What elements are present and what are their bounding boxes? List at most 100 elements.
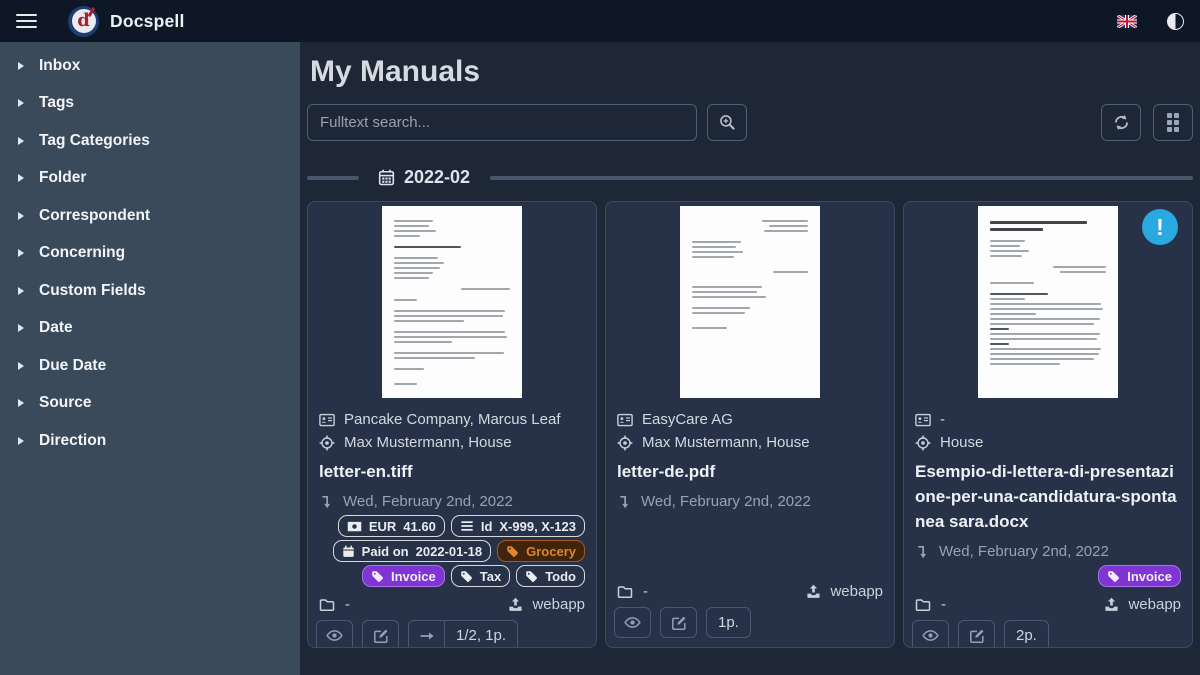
- sidebar-item-tag-categories[interactable]: Tag Categories: [0, 122, 300, 160]
- page-title: My Manuals: [310, 55, 1190, 89]
- tag-invoice: Invoice: [1098, 565, 1181, 587]
- caret-right-icon: [18, 362, 24, 370]
- correspondent-icon: [617, 412, 633, 428]
- document-thumbnail[interactable]: [606, 202, 894, 402]
- correspondent-value: EasyCare AG: [642, 411, 733, 428]
- folder-value: -: [643, 583, 648, 600]
- date-group-separator: 2022-02: [307, 167, 1193, 188]
- grid-view-button[interactable]: [1153, 104, 1193, 141]
- card-actions: 1p.: [606, 600, 894, 647]
- item-card: Pancake Company, Marcus Leaf Max Musterm…: [307, 201, 597, 648]
- item-name[interactable]: letter-en.tiff: [319, 459, 585, 484]
- concerning-row: Max Mustermann, House: [319, 431, 585, 454]
- date-group-label: 2022-02: [404, 167, 470, 188]
- language-flag-icon[interactable]: [1117, 15, 1137, 28]
- preview-icon: [922, 627, 939, 644]
- correspondent-row: Pancake Company, Marcus Leaf: [319, 408, 585, 431]
- item-name[interactable]: Esempio-di-lettera-di-presentazione-per-…: [915, 459, 1181, 534]
- arrow-right-icon: [419, 628, 435, 644]
- toolbar: [307, 104, 1193, 141]
- source-value: webapp: [532, 596, 585, 613]
- item-date-icon: [319, 494, 334, 509]
- sidebar-item-date[interactable]: Date: [0, 310, 300, 348]
- source-icon: [1104, 597, 1119, 612]
- edit-button[interactable]: [660, 607, 697, 638]
- tag-icon: [460, 570, 473, 583]
- page-count-button[interactable]: 1/2, 1p.: [444, 620, 518, 648]
- document-thumbnail[interactable]: [308, 202, 596, 402]
- caret-right-icon: [18, 62, 24, 70]
- money-icon: [347, 519, 362, 534]
- linked-items-button[interactable]: [408, 620, 445, 648]
- search-plus-icon: [719, 114, 736, 131]
- thumbnail-text-lines: [978, 206, 1118, 398]
- sidebar-item-inbox[interactable]: Inbox: [0, 47, 300, 85]
- preview-icon: [326, 627, 343, 644]
- sidebar-item-custom-fields[interactable]: Custom Fields: [0, 272, 300, 310]
- sidebar-item-direction[interactable]: Direction: [0, 422, 300, 460]
- caret-right-icon: [18, 437, 24, 445]
- custom-field-paid-on: Paid on 2022-01-18: [333, 540, 491, 562]
- thumbnail-text-lines: [382, 206, 522, 398]
- sidebar-item-concerning[interactable]: Concerning: [0, 235, 300, 273]
- docspell-logo: d: [68, 6, 99, 37]
- folder-icon: [617, 584, 633, 600]
- search-input[interactable]: [307, 104, 697, 141]
- menu-icon[interactable]: [16, 14, 37, 29]
- sidebar-item-source[interactable]: Source: [0, 385, 300, 423]
- preview-button[interactable]: [912, 620, 949, 648]
- item-card: EasyCare AG Max Mustermann, House: [605, 201, 895, 648]
- custom-field-id: Id X-999, X-123: [451, 515, 585, 537]
- tags-area: EUR 41.60 Id X-999, X-123: [308, 513, 596, 587]
- main-content: My Manuals: [300, 42, 1200, 675]
- item-date-row: Wed, February 2nd, 2022: [915, 540, 1181, 563]
- source-value: webapp: [1128, 596, 1181, 613]
- caret-right-icon: [18, 249, 24, 257]
- item-date-icon: [915, 544, 930, 559]
- source-icon: [508, 597, 523, 612]
- sidebar-item-tags[interactable]: Tags: [0, 85, 300, 123]
- page-count-button[interactable]: 2p.: [1004, 620, 1049, 648]
- preview-button[interactable]: [316, 620, 353, 648]
- item-card-list: Pancake Company, Marcus Leaf Max Musterm…: [307, 201, 1193, 648]
- page-count-button[interactable]: 1p.: [706, 607, 751, 638]
- item-date-value: Wed, February 2nd, 2022: [641, 493, 811, 510]
- item-date-row: Wed, February 2nd, 2022: [617, 490, 883, 513]
- sidebar-item-correspondent[interactable]: Correspondent: [0, 197, 300, 235]
- sidebar-item-folder[interactable]: Folder: [0, 160, 300, 198]
- preview-button[interactable]: [614, 607, 651, 638]
- calendar-icon: [342, 545, 355, 558]
- item-name[interactable]: letter-de.pdf: [617, 459, 883, 484]
- concerning-row: House: [915, 431, 1181, 454]
- custom-field-money: EUR 41.60: [338, 515, 445, 537]
- sidebar-item-due-date[interactable]: Due Date: [0, 347, 300, 385]
- caret-right-icon: [18, 212, 24, 220]
- edit-button[interactable]: [958, 620, 995, 648]
- concerning-value: Max Mustermann, House: [344, 434, 512, 451]
- concerning-row: Max Mustermann, House: [617, 431, 883, 454]
- tag-icon: [1107, 570, 1120, 583]
- concerning-icon: [617, 435, 633, 451]
- item-date-icon: [617, 494, 632, 509]
- new-item-icon: !: [1142, 209, 1178, 245]
- source-value: webapp: [830, 583, 883, 600]
- concerning-value: House: [940, 434, 983, 451]
- grid-view-icon: [1167, 113, 1179, 132]
- id-field-icon: [460, 519, 474, 533]
- card-footer: - webapp: [606, 574, 894, 600]
- theme-toggle-icon[interactable]: [1167, 13, 1184, 30]
- concerning-icon: [915, 435, 931, 451]
- edit-button[interactable]: [362, 620, 399, 648]
- tag-icon: [506, 545, 519, 558]
- concerning-value: Max Mustermann, House: [642, 434, 810, 451]
- refresh-button[interactable]: [1101, 104, 1141, 141]
- card-actions: 2p.: [904, 613, 1192, 648]
- concerning-icon: [319, 435, 335, 451]
- folder-value: -: [345, 596, 350, 613]
- item-date-value: Wed, February 2nd, 2022: [343, 493, 513, 510]
- preview-icon: [624, 614, 641, 631]
- caret-right-icon: [18, 324, 24, 332]
- topbar: d Docspell: [0, 0, 1200, 42]
- caret-right-icon: [18, 287, 24, 295]
- search-button[interactable]: [707, 104, 747, 141]
